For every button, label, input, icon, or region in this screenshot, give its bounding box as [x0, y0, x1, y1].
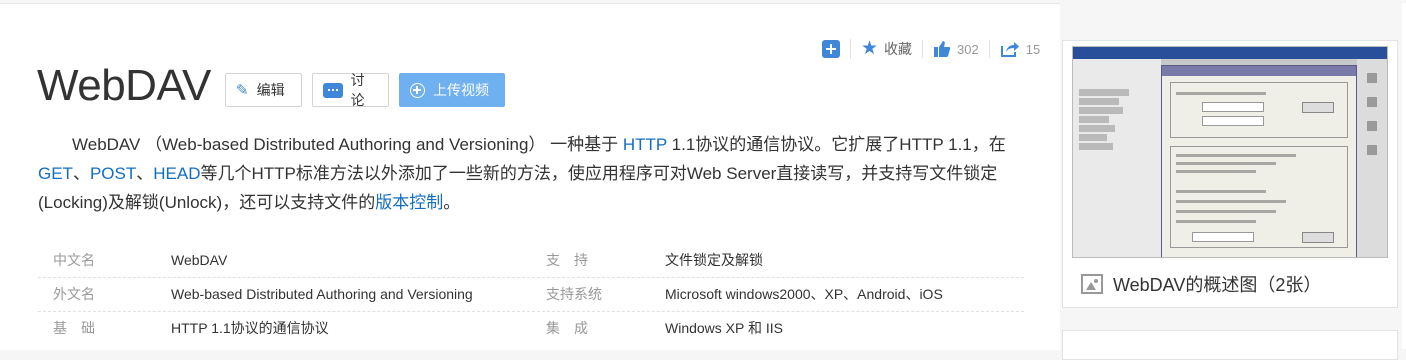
info-row: 中文名 WebDAV 支 持 文件锁定及解锁: [38, 244, 1024, 278]
plus-circle-icon: [410, 82, 425, 98]
screenshot-field: [1202, 102, 1264, 112]
screenshot-tree-pane: [1073, 59, 1161, 257]
add-button[interactable]: [822, 40, 850, 58]
link-head[interactable]: HEAD: [153, 164, 200, 183]
screenshot-right-pane: [1357, 59, 1387, 257]
info-value: Web-based Distributed Authoring and Vers…: [171, 286, 473, 302]
share-button[interactable]: 15: [988, 40, 1050, 58]
screenshot-line: [1176, 210, 1276, 213]
screenshot-line: [1176, 200, 1286, 203]
favorite-button[interactable]: ★ 收藏: [850, 39, 922, 59]
info-value: HTTP 1.1协议的通信协议: [171, 320, 329, 336]
screenshot-line: [1176, 170, 1256, 173]
info-value: 文件锁定及解锁: [665, 252, 763, 268]
summary-paragraph: WebDAV （Web-based Distributed Authoring …: [38, 130, 1028, 217]
link-version-control[interactable]: 版本控制: [375, 193, 443, 212]
side-card-secondary: [1062, 330, 1398, 360]
page-title: WebDAV: [37, 61, 211, 110]
share-icon: [1000, 42, 1019, 57]
info-label: 基 础: [53, 320, 95, 336]
screenshot-button: [1302, 232, 1334, 243]
edit-label: 编辑: [256, 82, 285, 98]
screenshot-field: [1202, 116, 1264, 126]
comment-icon: [323, 82, 343, 98]
summary: WebDAV （Web-based Distributed Authoring …: [38, 130, 1028, 217]
thumb-up-icon: [934, 41, 951, 57]
like-count: 302: [957, 41, 979, 57]
album-thumbnail[interactable]: [1072, 46, 1388, 258]
summary-text: WebDAV （Web-based Distributed Authoring …: [72, 135, 623, 154]
album-card[interactable]: WebDAV的概述图（2张）: [1062, 40, 1398, 308]
info-label: 支 持: [546, 252, 588, 268]
upload-video-label: 上传视频: [433, 82, 489, 98]
album-caption-text: WebDAV的概述图（2张）: [1113, 275, 1322, 295]
edit-button[interactable]: ✎ 编辑: [225, 73, 302, 107]
screenshot-window-titlebar: [1073, 47, 1387, 59]
screenshot-field: [1192, 232, 1254, 242]
like-button[interactable]: 302: [922, 40, 989, 58]
upload-video-button[interactable]: 上传视频: [399, 73, 505, 107]
screenshot-line: [1176, 190, 1266, 193]
info-row: 基 础 HTTP 1.1协议的通信协议 集 成 Windows XP 和 IIS: [38, 312, 1024, 345]
screenshot-line: [1176, 162, 1276, 165]
right-edge: [1402, 3, 1406, 349]
share-count: 15: [1025, 41, 1041, 57]
info-label: 支持系统: [546, 286, 602, 302]
screenshot-dialog: [1161, 65, 1357, 257]
screenshot-button: [1302, 102, 1334, 113]
info-value: Microsoft windows2000、XP、Android、iOS: [665, 286, 943, 302]
discuss-label: 讨论: [350, 72, 365, 108]
favorite-label: 收藏: [884, 41, 913, 57]
summary-text: 。: [443, 193, 461, 212]
screenshot-tree: [1079, 87, 1139, 167]
star-icon: ★: [861, 38, 879, 59]
link-get[interactable]: GET: [38, 164, 73, 183]
info-value: WebDAV: [171, 252, 228, 268]
info-label: 集 成: [546, 320, 588, 336]
discuss-button[interactable]: 讨论: [312, 72, 389, 108]
link-http[interactable]: HTTP: [623, 135, 667, 154]
info-label: 外文名: [53, 286, 95, 302]
basic-info-table: 中文名 WebDAV 支 持 文件锁定及解锁 外文名 Web-based Dis…: [38, 244, 1024, 345]
album-caption[interactable]: WebDAV的概述图（2张）: [1081, 267, 1321, 301]
screenshot-line: [1176, 220, 1256, 223]
info-value: Windows XP 和 IIS: [665, 320, 784, 336]
screenshot-line: [1176, 154, 1296, 157]
tool-bar: ★ 收藏 302 15: [822, 36, 1050, 62]
screenshot-dialog-title: [1162, 66, 1356, 76]
info-row: 外文名 Web-based Distributed Authoring and …: [38, 278, 1024, 312]
summary-text: 、: [136, 164, 154, 183]
pencil-icon: ✎: [236, 82, 249, 99]
summary-text: 、: [72, 164, 90, 183]
screenshot-line: [1176, 92, 1266, 95]
add-icon: [822, 40, 840, 58]
summary-text: 1.1协议的通信协议。它扩展了HTTP 1.1，在: [666, 135, 1006, 154]
link-post[interactable]: POST: [90, 164, 136, 183]
picture-icon: [1081, 274, 1103, 294]
info-label: 中文名: [53, 252, 95, 268]
